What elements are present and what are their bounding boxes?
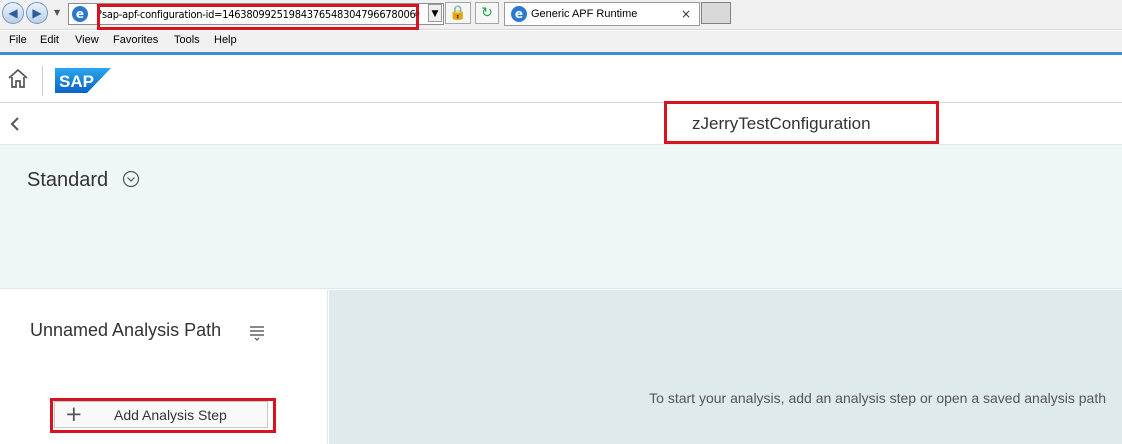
chevron-down-icon[interactable] [122,170,140,188]
new-tab-button[interactable] [701,2,731,24]
browser-toolbar: ◀ ▶ ▼ e ?sap-apf-configuration-id=146380… [0,0,1122,30]
menu-favorites[interactable]: Favorites [113,34,158,46]
menu-help[interactable]: Help [214,34,237,46]
filter-bar: Standard [0,145,1122,289]
title-highlight-box [664,101,939,144]
close-icon[interactable]: × [681,3,691,25]
lock-icon[interactable]: 🔒 [445,2,471,24]
ie-tab-icon: e [511,6,527,22]
svg-text:SAP: SAP [59,72,94,91]
page-title-bar: zJerryTestConfiguration [0,103,1122,145]
empty-state-message: To start your analysis, add an analysis … [649,390,1106,406]
tab-title: Generic APF Runtime [531,8,638,20]
shell-divider [42,66,43,96]
address-dropdown-icon[interactable]: ▼ [428,4,442,22]
variant-title[interactable]: Standard [27,169,108,192]
sap-shell-header: SAP [0,55,1122,103]
browser-back-button[interactable]: ◀ [2,2,24,24]
search-icon[interactable]: ⌕ [414,6,421,21]
browser-menu-bar: File Edit View Favorites Tools Help [0,31,1122,52]
browser-forward-button[interactable]: ▶ [26,2,48,24]
menu-file[interactable]: File [9,34,27,46]
menu-tools[interactable]: Tools [174,34,200,46]
ie-icon: e [72,6,88,22]
address-highlight-box [97,4,419,30]
menu-icon[interactable] [249,324,265,342]
history-dropdown-icon[interactable]: ▼ [54,8,60,17]
analysis-path-title: Unnamed Analysis Path [30,320,222,340]
home-icon[interactable] [6,67,30,91]
back-icon[interactable] [8,116,22,132]
add-step-highlight-box [50,398,276,433]
sap-logo[interactable]: SAP [55,68,111,93]
menu-edit[interactable]: Edit [40,34,59,46]
analysis-canvas: To start your analysis, add an analysis … [329,290,1122,444]
browser-tab[interactable]: e Generic APF Runtime × [504,2,700,26]
refresh-icon[interactable]: ↻ [475,2,499,24]
menu-view[interactable]: View [75,34,99,46]
